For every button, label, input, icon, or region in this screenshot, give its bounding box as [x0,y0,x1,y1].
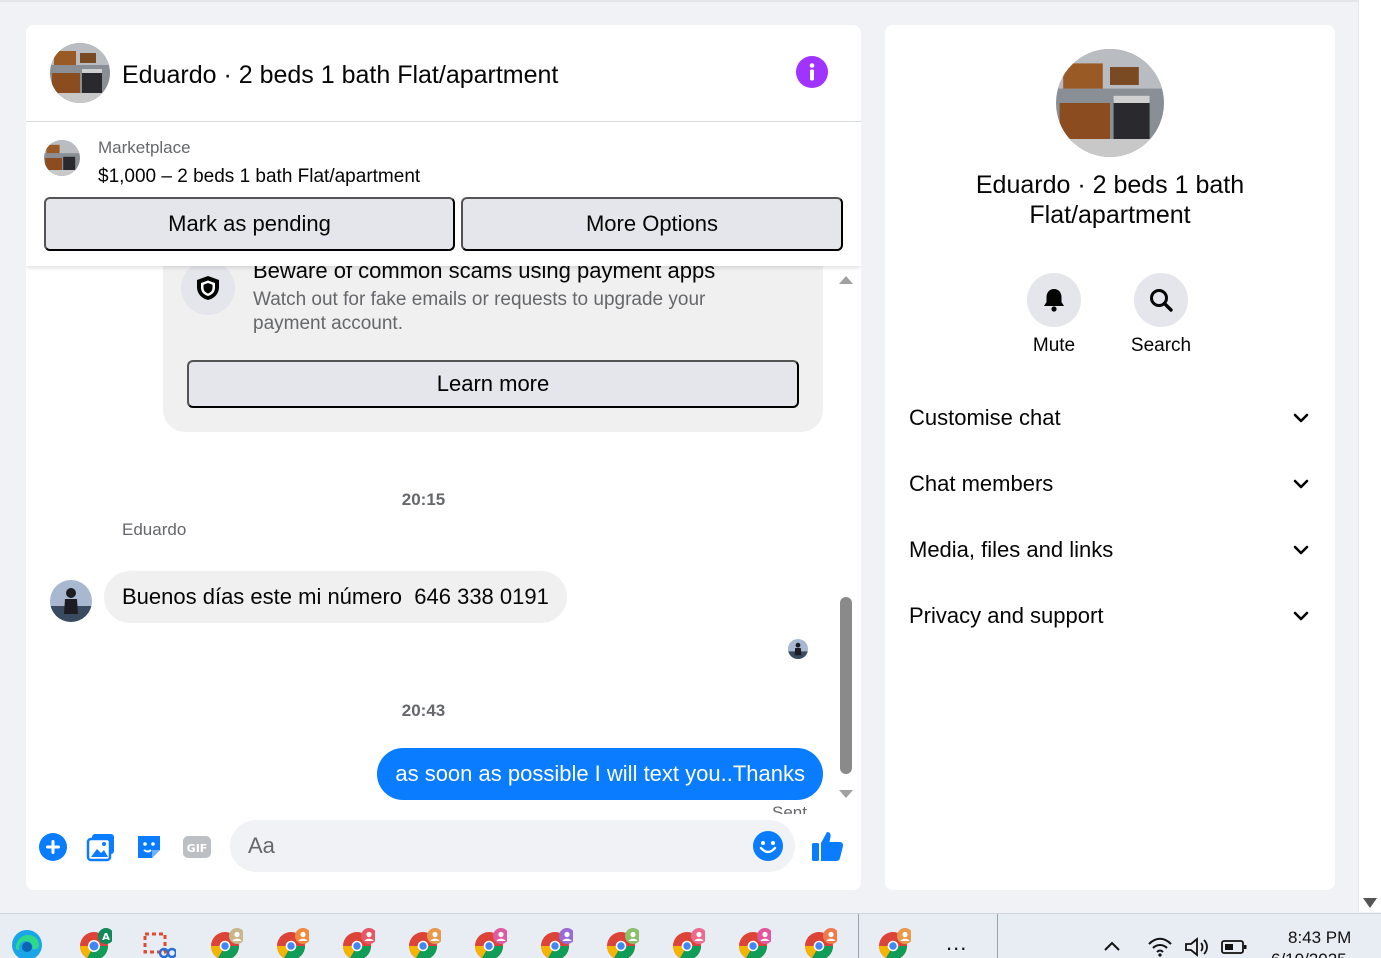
thumbs-up-icon[interactable] [810,829,846,865]
chat-members-section[interactable]: Chat members [909,458,1311,510]
sticker-icon[interactable] [133,831,165,863]
search-icon [1150,289,1173,312]
wifi-icon[interactable] [1147,936,1173,958]
chrome-profile-icon[interactable] [473,928,509,958]
message-composer: GIF [26,815,861,890]
marketplace-listing-bar: Marketplace $1,000 – 2 beds 1 bath Flat/… [26,122,861,266]
message-input[interactable] [230,820,795,872]
chat-header: Eduardo · 2 beds 1 bath Flat/apartment [26,25,861,122]
more-options-button[interactable]: More Options [461,197,843,251]
chrome-profile-icon[interactable] [671,928,707,958]
chrome-profile-icon[interactable] [737,928,773,958]
gif-icon[interactable]: GIF [181,831,213,863]
scam-warning-title: Beware of common scams using payment app… [253,266,716,283]
message-scrollbar[interactable] [836,272,856,802]
window-top-edge [0,0,1381,2]
chevron-down-icon [1293,479,1309,489]
listing-thumbnail[interactable] [44,140,80,176]
chevron-down-icon [1293,545,1309,555]
windows-taskbar: A ... 8:43 PM [0,913,1381,958]
scroll-thumb[interactable] [840,597,852,774]
section-label: Chat members [909,471,1054,496]
svg-text:A: A [102,932,110,943]
sender-name: Eduardo [122,520,187,539]
customise-chat-section[interactable]: Customise chat [909,392,1311,444]
incoming-message-bubble[interactable]: Buenos días este mi número 646 338 0191 [104,571,567,623]
chrome-profile-icon[interactable] [209,928,245,958]
taskbar-clock[interactable]: 8:43 PM [1288,928,1351,948]
scroll-up-arrow[interactable] [839,276,853,284]
mute-label: Mute [1032,335,1076,356]
plus-icon[interactable] [37,831,69,863]
chat-title[interactable]: Eduardo · 2 beds 1 bath Flat/apartment [122,61,558,90]
battery-icon[interactable] [1220,938,1248,956]
page-scrollbar-track[interactable] [1358,0,1381,912]
taskbar-divider [997,914,998,958]
mute-button[interactable] [1027,273,1081,327]
marketplace-label: Marketplace [98,138,191,157]
search-label: Search [1130,335,1192,356]
listing-price-title[interactable]: $1,000 – 2 beds 1 bath Flat/apartment [98,166,420,188]
chrome-profile-icon[interactable] [877,928,913,958]
page-scroll-down-arrow[interactable] [1363,898,1377,908]
scam-warning-card: Beware of common scams using payment app… [163,266,823,432]
sender-avatar[interactable] [50,580,92,622]
photo-icon[interactable] [85,831,117,863]
info-button[interactable] [796,56,828,88]
mark-as-pending-button[interactable]: Mark as pending [44,197,455,251]
message-status: Sent [772,803,807,814]
chrome-profile-icon[interactable] [341,928,377,958]
chrome-profile-icon[interactable] [605,928,641,958]
taskbar-more-button[interactable]: ... [946,930,967,956]
info-icon [809,63,815,81]
taskbar-date[interactable]: 6/10/2025 [1271,950,1347,958]
conversation-info-panel: Eduardo · 2 beds 1 bath Flat/apartment M… [885,25,1335,890]
section-label: Privacy and support [909,603,1104,628]
info-panel-title: Eduardo · 2 beds 1 bath Flat/apartment [975,171,1245,229]
edge-browser-icon[interactable] [10,928,44,958]
chrome-profile-icon[interactable] [539,928,575,958]
emoji-icon[interactable] [752,830,784,862]
message-timestamp: 20:15 [401,490,446,509]
scroll-down-arrow[interactable] [839,790,853,798]
seen-indicator-avatar [788,639,808,659]
scam-warning-description: Watch out for fake emails or requests to… [253,289,706,334]
chrome-profile-icon[interactable] [407,928,443,958]
section-label: Customise chat [909,405,1061,430]
bell-icon [1044,289,1064,312]
media-files-links-section[interactable]: Media, files and links [909,524,1311,576]
search-button[interactable] [1134,273,1188,327]
chrome-profile-icon[interactable] [275,928,311,958]
chrome-profile-icon[interactable] [803,928,839,958]
message-list: Beware of common scams using payment app… [26,266,861,814]
outgoing-message-bubble[interactable]: as soon as possible I will text you..Tha… [377,748,823,800]
shield-icon [181,266,235,315]
chevron-down-icon [1293,413,1309,423]
listing-avatar-large[interactable] [1056,49,1164,157]
volume-icon[interactable] [1183,936,1211,958]
message-timestamp: 20:43 [401,701,446,720]
snipping-tool-icon[interactable] [142,928,178,958]
listing-avatar[interactable] [50,43,110,103]
chat-panel: Eduardo · 2 beds 1 bath Flat/apartment M… [26,25,861,890]
section-label: Media, files and links [909,537,1114,562]
learn-more-button[interactable]: Learn more [187,360,799,408]
chevron-down-icon [1293,611,1309,621]
chrome-profile-a-icon[interactable]: A [78,928,114,958]
taskbar-divider [858,914,859,958]
chevron-up-icon[interactable] [1100,936,1124,956]
privacy-support-section[interactable]: Privacy and support [909,590,1311,642]
svg-text:GIF: GIF [187,842,208,855]
